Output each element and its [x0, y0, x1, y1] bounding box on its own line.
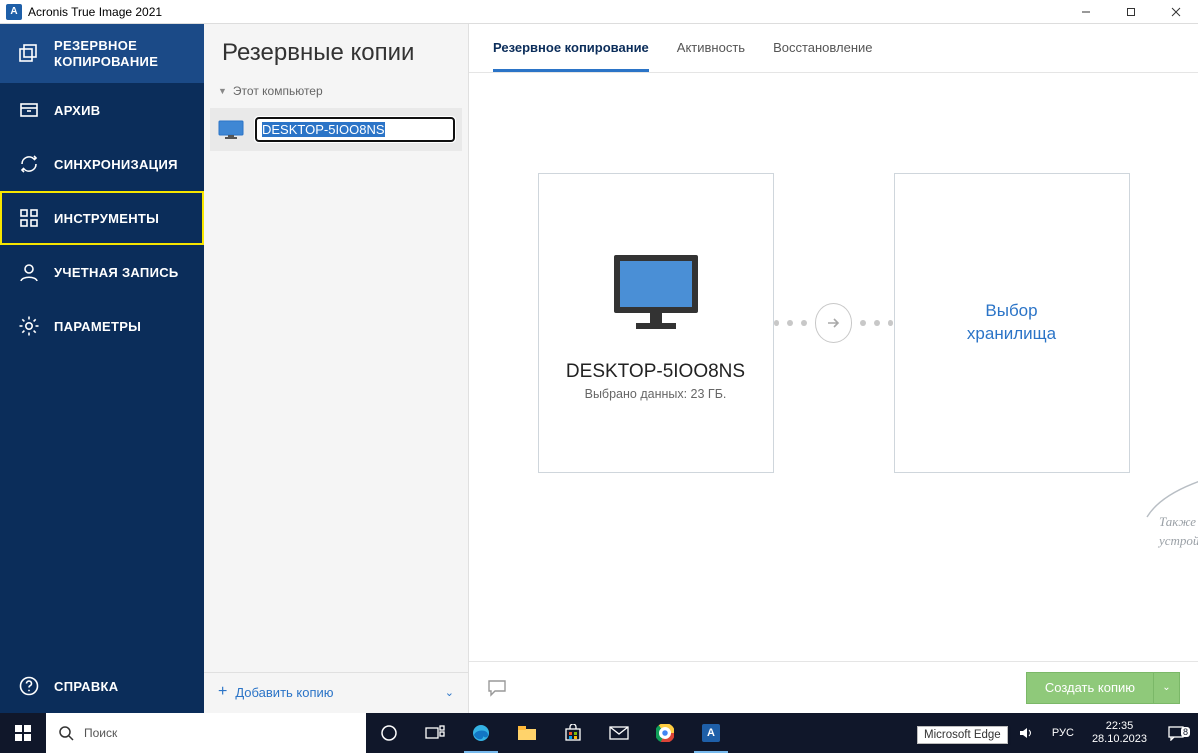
sidebar-item-label: ИНСТРУМЕНТЫ [54, 211, 159, 226]
sidebar-item-label: ПАРАМЕТРЫ [54, 319, 141, 334]
add-backup-button[interactable]: + Добавить копию ⌄ [204, 672, 468, 713]
taskbar-mail[interactable] [596, 713, 642, 753]
sidebar-item-tools[interactable]: ИНСТРУМЕНТЫ [0, 191, 204, 245]
close-button[interactable] [1153, 0, 1198, 24]
hint-arrow-icon [1139, 461, 1198, 521]
tabs: Резервное копирование Активность Восстан… [469, 24, 1198, 73]
tray-language[interactable]: РУС [1045, 713, 1081, 753]
main-panel: Резервное копирование Активность Восстан… [469, 24, 1198, 713]
hint-text: Также доступны диски, файлы, мобильные у… [1159, 513, 1198, 551]
sidebar-item-settings[interactable]: ПАРАМЕТРЫ [0, 299, 204, 353]
plus-icon: + [218, 683, 227, 701]
comment-icon[interactable] [487, 679, 507, 697]
destination-card[interactable]: Выбор хранилища [894, 173, 1130, 473]
sidebar-item-archive[interactable]: АРХИВ [0, 83, 204, 137]
monitor-icon [217, 119, 245, 141]
taskbar-cortana[interactable] [366, 713, 412, 753]
destination-line1: Выбор [985, 300, 1037, 323]
arrow-zone [774, 173, 894, 473]
backup-icon [18, 43, 40, 65]
help-icon [18, 675, 40, 697]
backup-list-panel: Резервные копии ▼ Этот компьютер + Добав… [204, 24, 469, 713]
sidebar-item-backup[interactable]: РЕЗЕРВНОЕ КОПИРОВАНИЕ [0, 24, 204, 83]
sidebar-item-label: СИНХРОНИЗАЦИЯ [54, 157, 178, 172]
minimize-button[interactable] [1063, 0, 1108, 24]
arrow-right-icon [815, 303, 853, 343]
tab-recovery[interactable]: Восстановление [773, 40, 872, 72]
sync-icon [18, 153, 40, 175]
sidebar-item-label: РЕЗЕРВНОЕ КОПИРОВАНИЕ [54, 38, 186, 69]
tray-notifications[interactable]: 8 [1158, 725, 1194, 741]
source-card[interactable]: DESKTOP-5IOO8NS Выбрано данных: 23 ГБ. [538, 173, 774, 473]
taskbar-chrome[interactable] [642, 713, 688, 753]
create-backup-button[interactable]: Создать копию ⌄ [1026, 672, 1180, 704]
panel-title: Резервные копии [204, 24, 468, 80]
source-name: DESKTOP-5IOO8NS [566, 361, 745, 383]
taskbar-acronis[interactable]: A [688, 713, 734, 753]
archive-icon [18, 99, 40, 121]
group-label: Этот компьютер [233, 84, 323, 98]
account-icon [18, 261, 40, 283]
backup-name-input[interactable] [255, 117, 455, 142]
tools-icon [18, 207, 40, 229]
content-area: DESKTOP-5IOO8NS Выбрано данных: 23 ГБ. В… [469, 73, 1198, 661]
taskbar-explorer[interactable] [504, 713, 550, 753]
tab-activity[interactable]: Активность [677, 40, 745, 72]
start-button[interactable] [0, 713, 46, 753]
tray-clock[interactable]: 22:35 28.10.2023 [1085, 713, 1154, 753]
sidebar-item-label: УЧЕТНАЯ ЗАПИСЬ [54, 265, 179, 280]
notif-badge: 8 [1181, 727, 1190, 737]
destination-line2: хранилища [967, 323, 1056, 346]
tab-backup[interactable]: Резервное копирование [493, 40, 649, 72]
create-backup-dropdown[interactable]: ⌄ [1153, 673, 1179, 703]
taskbar-edge[interactable] [458, 713, 504, 753]
search-icon [58, 725, 74, 741]
window-title: Acronis True Image 2021 [28, 5, 162, 19]
backup-entry[interactable] [210, 108, 462, 151]
gear-icon [18, 315, 40, 337]
tray-date: 28.10.2023 [1092, 733, 1147, 746]
maximize-button[interactable] [1108, 0, 1153, 24]
taskbar-taskview[interactable] [412, 713, 458, 753]
search-placeholder: Поиск [84, 726, 117, 740]
tray-time: 22:35 [1106, 720, 1134, 733]
sidebar-item-label: АРХИВ [54, 103, 100, 118]
window-titlebar: A Acronis True Image 2021 [0, 0, 1198, 24]
sidebar-item-help[interactable]: СПРАВКА [0, 659, 204, 713]
taskbar-tooltip: Microsoft Edge [917, 726, 1008, 744]
computer-icon [596, 245, 716, 345]
group-header[interactable]: ▼ Этот компьютер [204, 80, 468, 106]
create-backup-label: Создать копию [1027, 680, 1153, 695]
sidebar: РЕЗЕРВНОЕ КОПИРОВАНИЕ АРХИВ СИНХРОНИЗАЦИ… [0, 24, 204, 713]
app-icon: A [6, 4, 22, 20]
sidebar-item-sync[interactable]: СИНХРОНИЗАЦИЯ [0, 137, 204, 191]
taskbar-search[interactable]: Поиск [46, 713, 366, 753]
taskbar-store[interactable] [550, 713, 596, 753]
source-sub: Выбрано данных: 23 ГБ. [585, 387, 727, 401]
sidebar-item-label: СПРАВКА [54, 679, 118, 694]
tray-volume-icon[interactable] [1011, 713, 1041, 753]
collapse-icon: ▼ [218, 86, 227, 96]
main-footer: Создать копию ⌄ [469, 661, 1198, 713]
chevron-down-icon[interactable]: ⌄ [445, 686, 454, 699]
sidebar-item-account[interactable]: УЧЕТНАЯ ЗАПИСЬ [0, 245, 204, 299]
windows-taskbar: Поиск A РУС 22:35 28.10.2023 [0, 713, 1198, 753]
add-backup-label: Добавить копию [235, 685, 333, 700]
